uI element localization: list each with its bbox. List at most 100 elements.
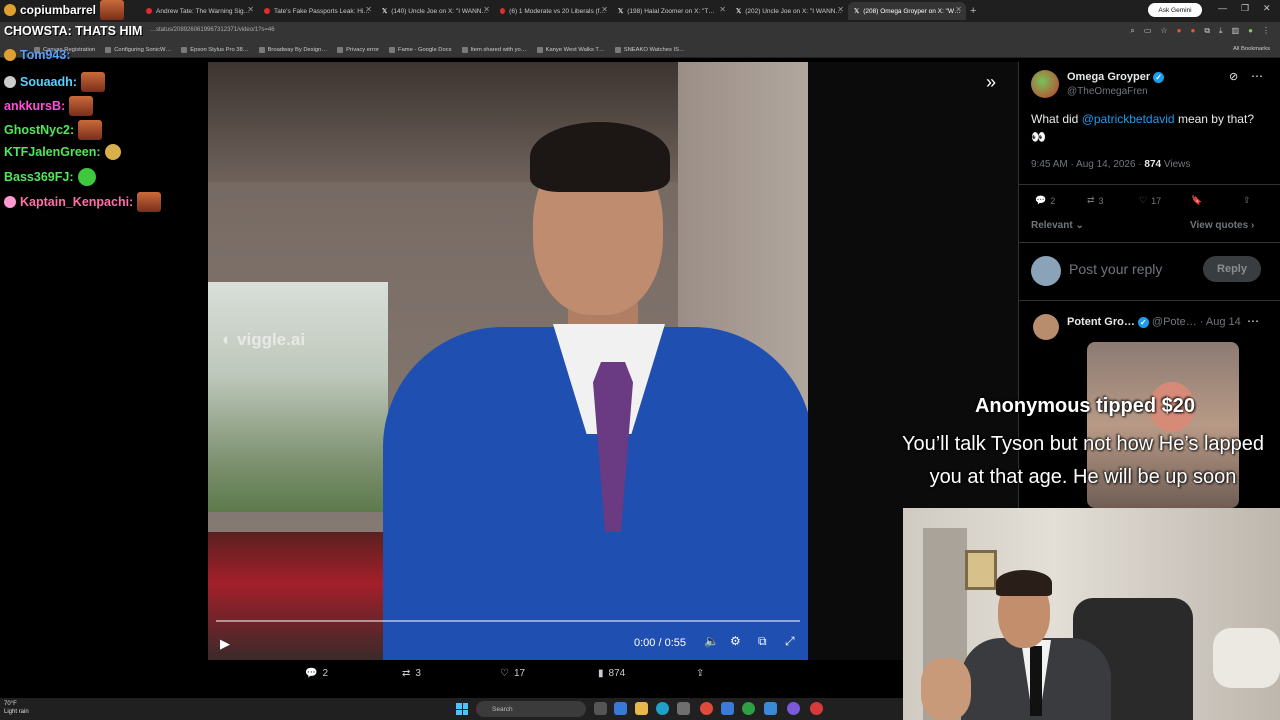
profile-icon[interactable]: ● [1248,26,1253,36]
browser-tab-bar: Andrew Tate: The Warning Sig… ✕ Tate's Fa… [0,0,1280,22]
xbox-icon[interactable] [742,702,755,715]
bookmark-icon: 🔖 [1191,195,1203,205]
chat-username: Kaptain_Kenpachi: [20,195,134,209]
like-stat[interactable]: ♡ 17 [1139,195,1161,206]
close-icon[interactable]: ✕ [719,5,726,14]
video-player[interactable]: ◐ viggle.ai ▶ 0:00 / 0:55 🔈 ⚙ ⧉ ⤢ [208,62,808,660]
share-action[interactable]: ⇪ [696,668,704,679]
bookmark-star-icon[interactable]: ☆ [1160,26,1167,36]
more-options-icon[interactable]: ⋯ [1251,69,1263,83]
repost-action[interactable]: ⇄ 3 [402,668,421,679]
cast-icon[interactable]: ▭ [1144,26,1152,36]
settings-gear-icon[interactable]: ⚙ [730,634,741,648]
close-icon[interactable]: ✕ [247,5,254,14]
download-icon[interactable]: ⤓ [1219,26,1223,36]
reply-action[interactable]: 💬 2 [305,668,328,679]
close-icon[interactable]: ✕ [837,5,844,14]
bookmark-item[interactable]: Fame - Google Docs [389,46,452,53]
extensions-puzzle-icon[interactable]: ⧉ [1204,26,1210,36]
window-close-icon[interactable]: ✕ [1263,3,1271,14]
bookmark-label: Configuring SonicW… [114,46,172,53]
menu-icon[interactable]: ⋮ [1262,26,1270,36]
reply-author[interactable]: Potent Gro… ✓ @Pote… · Aug 14 [1067,316,1241,328]
sort-replies-dropdown[interactable]: Relevant ⌄ [1031,220,1084,231]
bookmark-label: Kanye West Walks T… [545,46,605,53]
close-icon[interactable]: ✕ [955,5,962,14]
author-name[interactable]: Omega Groyper ✓ [1067,71,1165,83]
reply-stat[interactable]: 💬 2 [1035,195,1055,206]
store-icon[interactable] [677,702,690,715]
discord-icon[interactable] [787,702,800,715]
vscode-icon[interactable] [721,702,734,715]
author-handle[interactable]: @TheOmegaFren [1067,86,1148,97]
windows-start-icon[interactable] [456,703,468,715]
browser-tab-active[interactable]: 𝕏 (208) Omega Groyper on X: "W… ✕ [848,2,966,20]
browser-tab[interactable]: Tate's Fake Passports Leak: Hi… ✕ [258,2,376,20]
browser-tab[interactable]: Andrew Tate: The Warning Sig… ✕ [140,2,258,20]
like-action[interactable]: ♡ 17 [500,668,525,679]
all-bookmarks-button[interactable]: All Bookmarks [1233,46,1270,52]
expand-replies-icon[interactable]: » [986,72,996,93]
split-view-icon[interactable]: ▥ [1232,26,1240,36]
play-icon[interactable]: ▶ [220,636,230,652]
views-action[interactable]: ▮ 874 [598,668,625,679]
chat-emote-icon [137,192,162,212]
fullscreen-icon[interactable]: ⤢ [785,634,795,649]
url-field[interactable]: …status/2089260619967312371/video/1?s=46 [150,27,275,33]
author-avatar[interactable] [1031,70,1059,98]
share-stat[interactable]: ⇪ [1243,195,1251,206]
more-options-icon[interactable]: ⋯ [1247,314,1259,328]
reply-input[interactable]: Post your reply [1069,261,1162,277]
copilot-icon[interactable] [614,702,627,715]
obs-icon[interactable] [810,702,823,715]
extension-icon[interactable]: ● [1190,26,1195,36]
reply-button[interactable]: Reply [1203,256,1261,282]
view-quotes-link[interactable]: View quotes › [1190,220,1254,231]
ask-gemini-button[interactable]: Ask Gemini [1148,3,1202,17]
repost-count: 3 [1098,195,1104,206]
browser-tab[interactable]: 𝕏 (140) Uncle Joe on X: "I WANN… ✕ [376,2,494,20]
bookmark-item[interactable]: Epson Stylus Pro 38… [181,46,249,53]
weather-widget[interactable]: 70°F Light rain [4,700,29,716]
repost-stat[interactable]: ⇄ 3 [1087,195,1104,206]
bookmark-stat[interactable]: 🔖 [1191,195,1202,206]
mention-link[interactable]: @patrickbetdavid [1082,112,1175,126]
chrome-icon[interactable] [700,702,713,715]
reply-author-avatar[interactable] [1033,314,1059,340]
new-tab-button[interactable]: + [970,5,976,17]
tab-title: Andrew Tate: The Warning Sig… [156,7,251,15]
taskbar-search[interactable]: Search [476,701,586,717]
browser-tab[interactable]: (6) 1 Moderate vs 20 Liberals (f… ✕ [494,2,612,20]
bookmark-item[interactable]: Configuring SonicW… [105,46,172,53]
bookmark-item[interactable]: Kanye West Walks T… [536,46,605,53]
bookmark-item[interactable]: Privacy error [337,46,379,53]
bookmark-item[interactable]: Broadway By Design… [258,46,327,53]
volume-icon[interactable]: 🔈 [704,634,719,648]
close-icon[interactable]: ✕ [601,5,608,14]
video-frame-window [208,282,388,512]
app-icon[interactable] [764,702,777,715]
bookmark-item[interactable]: Item shared with yo… [461,46,527,53]
like-count: 17 [513,668,526,679]
picture-in-picture-icon[interactable]: ⧉ [758,634,767,649]
browser-tab[interactable]: 𝕏 (198) Halal Zoomer on X: "T… ✕ [612,2,730,20]
tweet-timestamp[interactable]: 9:45 AM · Aug 14, 2026 · [1031,159,1144,170]
tip-message: You’ll talk Tyson but not how He’s lappe… [901,433,1265,488]
maximize-icon[interactable]: ❐ [1241,3,1249,14]
edge-icon[interactable] [656,702,669,715]
chat-line: ankkursB: [4,96,94,116]
extension-icon[interactable]: ● [1177,26,1182,36]
task-view-icon[interactable] [594,702,607,715]
reply-icon: 💬 [305,668,318,679]
grok-icon[interactable]: ⊘ [1229,70,1238,83]
share-icon: ⇪ [1243,195,1251,205]
zoom-icon[interactable]: ⌕ [1130,26,1134,36]
chat-emote-icon [77,168,96,186]
file-explorer-icon[interactable] [635,702,648,715]
minimize-icon[interactable]: — [1218,3,1227,13]
video-progress-bar[interactable] [216,620,800,622]
browser-tab[interactable]: 𝕏 (202) Uncle Joe on X: "I WANN… ✕ [730,2,848,20]
bookmark-item[interactable]: SNEAKO Watches IS… [614,46,685,53]
close-icon[interactable]: ✕ [365,5,372,14]
close-icon[interactable]: ✕ [483,5,490,14]
